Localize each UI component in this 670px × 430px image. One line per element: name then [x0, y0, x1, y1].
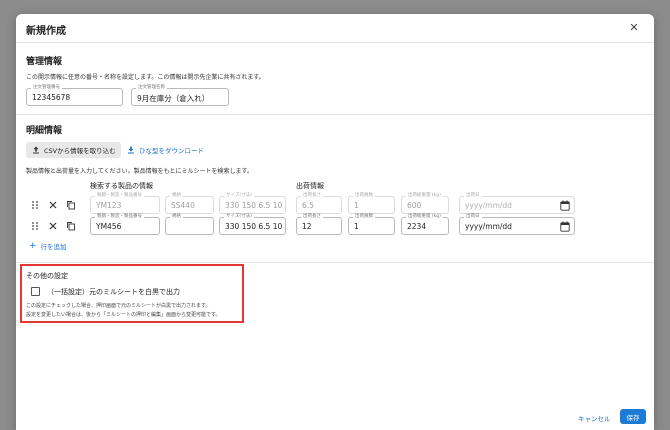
copy-icon[interactable] — [66, 221, 76, 231]
close-icon[interactable]: ✕ — [628, 22, 640, 34]
order-name-label: 注文管理名称 — [136, 85, 167, 91]
upload-icon — [33, 146, 39, 154]
size-value: 330 150 6.5 10 — [225, 201, 283, 210]
shipping-info-header: 出荷情報 — [296, 182, 324, 190]
product-number-label: 製鋼・製造・製品番号 — [95, 214, 144, 220]
ship-weight-field[interactable]: 出荷総重量 (kg) 600 — [401, 193, 449, 214]
other-settings-title: その他の設定 — [26, 272, 68, 280]
order-name-field[interactable]: 注文管理名称 9月在庫分（倉入れ） — [131, 85, 229, 106]
product-number-value: YM456 — [96, 222, 122, 231]
management-description: この開示情報に任意の番号・名称を設定します。この情報は開示先企業に共有されます。 — [26, 74, 265, 81]
ship-length-label: 出荷長さ — [301, 193, 323, 199]
drag-handle-icon[interactable] — [30, 200, 40, 210]
ship-length-field[interactable]: 出荷長さ 6.5 — [296, 193, 342, 214]
spec-value: SS440 — [171, 201, 195, 210]
template-download-label: ひな型をダウンロード — [139, 147, 204, 155]
cancel-button[interactable]: キャンセル — [578, 413, 611, 423]
dialog-title: 新規作成 — [26, 26, 66, 37]
ship-length-field[interactable]: 出荷長さ 12 — [296, 214, 342, 235]
product-number-field[interactable]: 製鋼・製造・製品番号 YM123 — [90, 193, 160, 214]
csv-import-button[interactable]: CSVから情報を取り込む — [26, 142, 121, 158]
ship-date-value: yyyy/mm/dd — [465, 222, 512, 231]
size-field[interactable]: サイズ(寸法) 330 150 6.5 10 — [219, 193, 286, 214]
spec-label: 規格 — [170, 214, 183, 220]
new-create-dialog: 新規作成 ✕ 管理情報 この開示情報に任意の番号・名称を設定します。この情報は開… — [16, 14, 654, 430]
spec-field[interactable]: 規格 SS440 — [165, 193, 214, 214]
ship-weight-value: 2234 — [407, 222, 427, 231]
save-button[interactable]: 保存 — [620, 409, 646, 424]
ship-weight-label: 出荷総重量 (kg) — [406, 193, 443, 199]
ship-length-value: 6.5 — [302, 201, 314, 210]
ship-weight-label: 出荷総重量 (kg) — [406, 214, 443, 220]
csv-import-label: CSVから情報を取り込む — [44, 147, 116, 155]
ship-date-field[interactable]: 出荷日 yyyy/mm/dd — [459, 214, 575, 235]
divider — [16, 42, 654, 43]
management-section-title: 管理情報 — [26, 57, 63, 67]
size-label: サイズ(寸法) — [224, 193, 254, 199]
bw-output-note-2: 設定を変更したい場合は、後から「ミルシートの押印と編集」画面から変更可能です。 — [26, 312, 221, 318]
details-description: 製品情報と出荷量を入力してください。製品情報をもとにミルシートを検索します。 — [26, 168, 253, 175]
bw-output-note-1: この設定にチェックした場合、押印画面で元のミルシートが白黒で出力されます。 — [26, 303, 211, 309]
bw-output-checkbox[interactable] — [31, 287, 40, 296]
ship-count-label: 出荷員数 — [353, 214, 375, 220]
product-number-label: 製鋼・製造・製品番号 — [95, 193, 144, 199]
ship-date-value: yyyy/mm/dd — [465, 201, 512, 210]
divider — [16, 262, 654, 263]
ship-length-label: 出荷長さ — [301, 214, 323, 220]
delete-icon[interactable] — [48, 200, 58, 210]
spec-label: 規格 — [170, 193, 183, 199]
template-download-link[interactable]: ひな型をダウンロード — [127, 142, 204, 158]
size-label: サイズ(寸法) — [224, 214, 254, 220]
ship-weight-field[interactable]: 出荷総重量 (kg) 2234 — [401, 214, 449, 235]
copy-icon[interactable] — [66, 200, 76, 210]
bw-output-label: （一括設定）元のミルシートを白黒で出力 — [47, 288, 180, 296]
drag-handle-icon[interactable] — [30, 221, 40, 231]
divider — [16, 114, 654, 115]
ship-date-field[interactable]: 出荷日 yyyy/mm/dd — [459, 193, 575, 214]
plus-icon: + — [29, 241, 37, 251]
search-product-header: 検索する製品の情報 — [90, 182, 153, 190]
product-number-field[interactable]: 製鋼・製造・製品番号 YM456 — [90, 214, 160, 235]
ship-count-value: 1 — [354, 201, 359, 210]
ship-date-label: 出荷日 — [464, 214, 482, 220]
add-row-button[interactable]: + 行を追加 — [29, 241, 67, 252]
ship-date-label: 出荷日 — [464, 193, 482, 199]
spec-field[interactable]: 規格 — [165, 214, 214, 235]
order-number-value: 12345678 — [32, 93, 71, 102]
ship-count-value: 1 — [354, 222, 359, 231]
calendar-icon[interactable] — [560, 221, 570, 232]
size-field[interactable]: サイズ(寸法) 330 150 6.5 10 — [219, 214, 286, 235]
order-number-field[interactable]: 注文管理番号 12345678 — [26, 85, 123, 106]
order-name-value: 9月在庫分（倉入れ） — [137, 94, 210, 103]
ship-length-value: 12 — [302, 222, 312, 231]
delete-icon[interactable] — [48, 221, 58, 231]
product-number-value: YM123 — [96, 201, 122, 210]
size-value: 330 150 6.5 10 — [225, 222, 283, 231]
download-icon — [128, 146, 134, 154]
calendar-icon[interactable] — [560, 200, 570, 211]
ship-count-field[interactable]: 出荷員数 1 — [348, 214, 395, 235]
ship-count-label: 出荷員数 — [353, 193, 375, 199]
order-number-label: 注文管理番号 — [31, 85, 62, 91]
details-section-title: 明細情報 — [26, 126, 63, 136]
add-row-label: 行を追加 — [40, 243, 67, 251]
ship-count-field[interactable]: 出荷員数 1 — [348, 193, 395, 214]
ship-weight-value: 600 — [407, 201, 422, 210]
